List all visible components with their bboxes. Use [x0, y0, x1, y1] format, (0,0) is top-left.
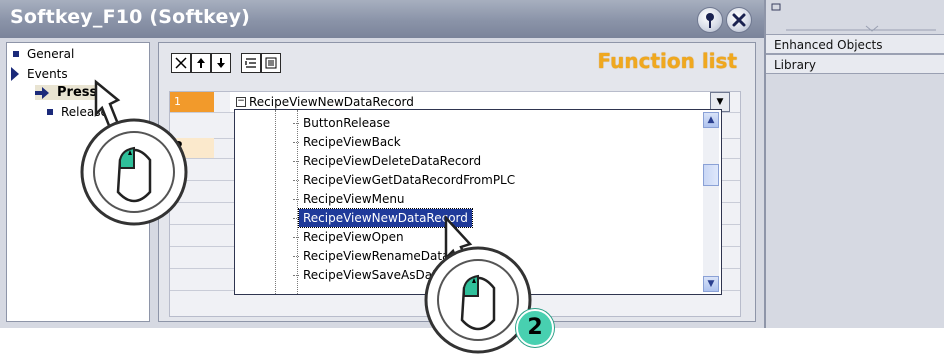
step-badge: 2: [516, 309, 554, 347]
hand-pointer-icon: [94, 79, 121, 130]
mouse-callout-icon: [424, 246, 532, 354]
tutorial-overlay: [80, 79, 532, 354]
mouse-callout-icon: [80, 118, 188, 226]
